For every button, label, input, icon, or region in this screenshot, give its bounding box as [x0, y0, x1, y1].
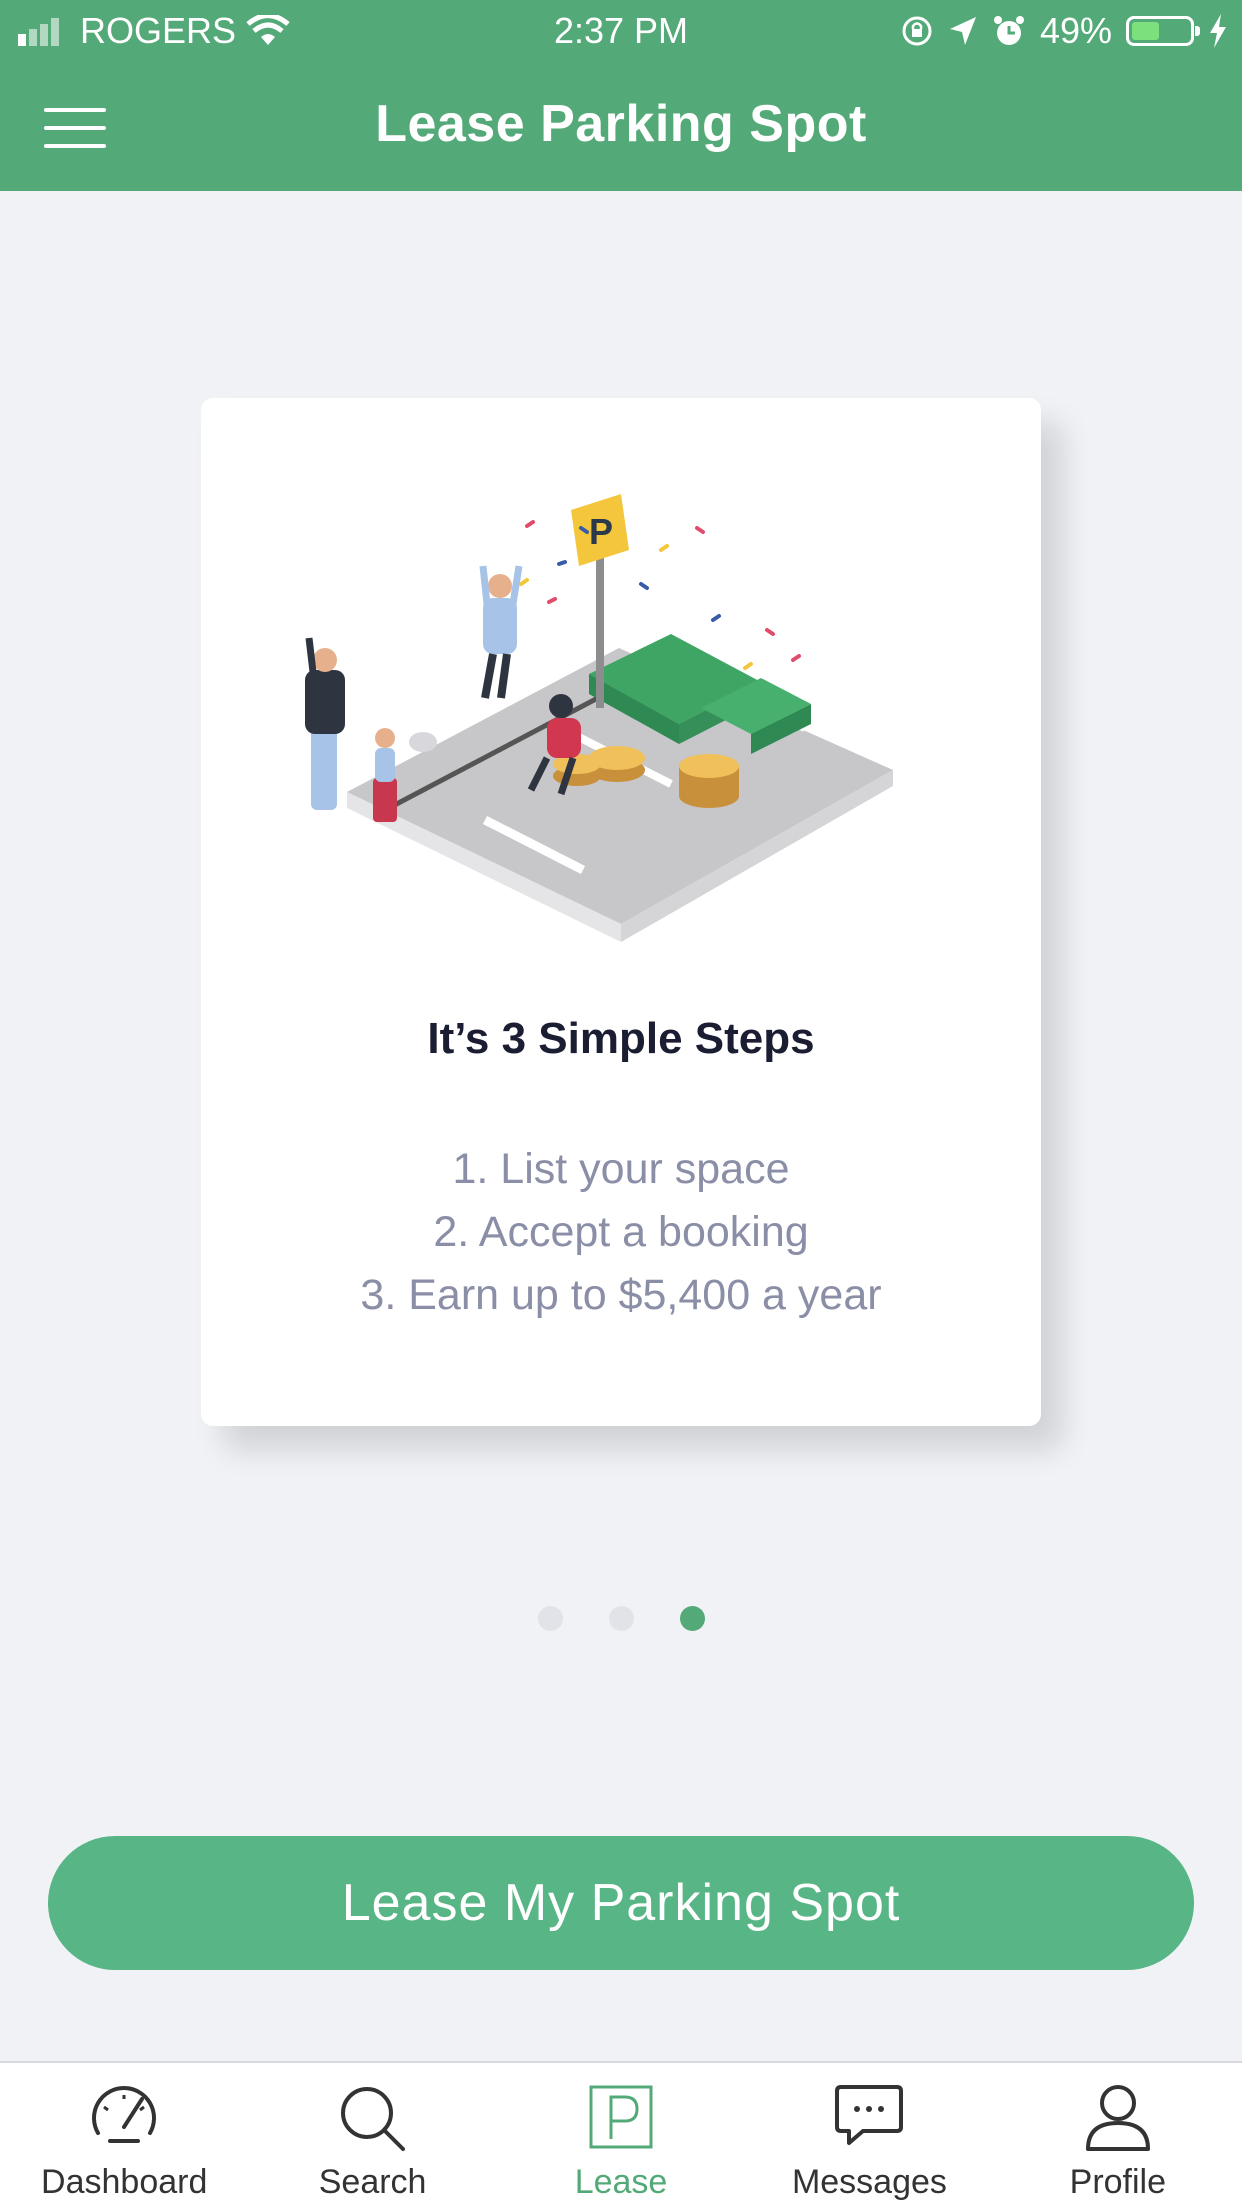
charging-bolt-icon — [1210, 14, 1226, 48]
tab-label: Dashboard — [41, 2163, 208, 2201]
parking-icon — [589, 2085, 653, 2149]
tab-label: Messages — [791, 2163, 947, 2201]
carousel-pager — [0, 1606, 1242, 1631]
location-icon — [949, 17, 976, 45]
tab-profile[interactable]: Profile — [994, 2063, 1242, 2210]
onboarding-card: P It’s 3 Simple Steps 1. List your space… — [201, 398, 1041, 1426]
rotation-lock-icon — [902, 16, 932, 46]
bottom-tab-bar: Dashboard Search Lease Messages Profile — [0, 2061, 1242, 2210]
tab-search[interactable]: Search — [248, 2063, 496, 2210]
pager-dot-2[interactable] — [608, 1606, 634, 1631]
status-right-group: 49% — [900, 10, 1228, 52]
tab-label: Lease — [574, 2163, 668, 2201]
profile-icon — [1085, 2085, 1150, 2151]
step-item: 2. Accept a booking — [433, 1208, 809, 1256]
alarm-icon — [993, 16, 1024, 45]
tab-label: Profile — [1069, 2163, 1167, 2201]
battery-fill — [1132, 22, 1159, 40]
lease-my-parking-spot-button[interactable]: Lease My Parking Spot — [48, 1836, 1194, 1970]
search-icon — [340, 2087, 405, 2151]
parking-celebration-illustration: P — [305, 494, 893, 942]
dashboard-icon — [92, 2086, 157, 2143]
step-item: 3. Earn up to $5,400 a year — [360, 1271, 882, 1319]
step-item: 1. List your space — [452, 1145, 790, 1193]
battery-percent: 49% — [1039, 10, 1112, 51]
tab-lease[interactable]: Lease — [497, 2063, 745, 2210]
pager-dot-1[interactable] — [537, 1606, 563, 1631]
svg-text:P: P — [589, 511, 613, 552]
tab-dashboard[interactable]: Dashboard — [0, 2063, 248, 2210]
page-title: Lease Parking Spot — [375, 95, 867, 153]
battery-icon — [1126, 16, 1200, 46]
status-bar: ROGERS 2:37 PM 49% — [0, 0, 1242, 62]
header-bar: Lease Parking Spot — [0, 62, 1242, 191]
tab-label: Search — [318, 2163, 427, 2201]
pager-dot-3[interactable] — [679, 1606, 705, 1631]
steps-list: 1. List your space 2. Accept a booking 3… — [201, 1138, 1041, 1327]
card-heading: It’s 3 Simple Steps — [427, 1014, 815, 1063]
messages-icon — [835, 2085, 904, 2145]
tab-messages[interactable]: Messages — [745, 2063, 993, 2210]
